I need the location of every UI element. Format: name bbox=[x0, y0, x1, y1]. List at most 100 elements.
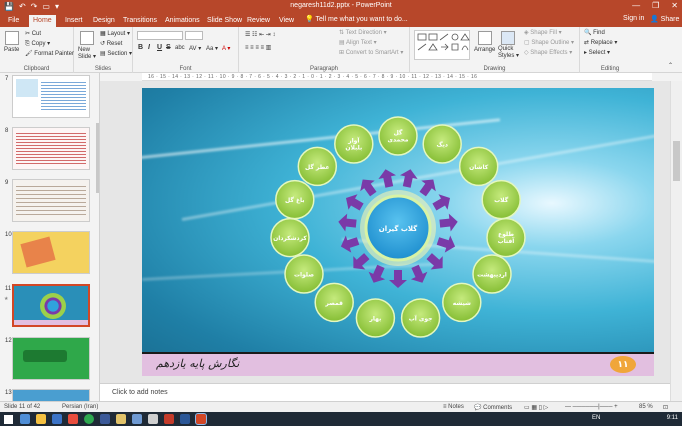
tab-animations[interactable]: Animations bbox=[161, 15, 204, 27]
layout-button[interactable]: ▦ Layout ▾ bbox=[100, 30, 130, 37]
petal-label: عطر گل bbox=[305, 163, 330, 171]
slide-thumbnail[interactable] bbox=[12, 337, 90, 380]
new-slide-icon[interactable] bbox=[80, 31, 94, 45]
shape-effects-button[interactable]: ◇ Shape Effects ▾ bbox=[524, 49, 572, 56]
bullets-icon[interactable]: ☰ ☷ ⇤ ⇥ ↕ bbox=[245, 31, 275, 38]
underline-button[interactable]: U bbox=[157, 44, 162, 51]
scrollbar-thumb[interactable] bbox=[673, 141, 680, 181]
new-slide-button[interactable]: New Slide ▾ bbox=[78, 47, 96, 61]
font-size-field[interactable] bbox=[185, 31, 203, 40]
strikethrough-button[interactable]: S bbox=[166, 44, 171, 51]
tab-insert[interactable]: Insert bbox=[61, 15, 87, 27]
shape-fill-button[interactable]: ◈ Shape Fill ▾ bbox=[524, 29, 562, 36]
shape-outline-button[interactable]: ▢ Shape Outline ▾ bbox=[524, 39, 574, 46]
paste-icon[interactable] bbox=[5, 31, 19, 45]
drawing-group: Arrange Quick Styles ▾ ◈ Shape Fill ▾ ▢ … bbox=[410, 27, 580, 73]
app-icon[interactable] bbox=[68, 414, 78, 424]
comments-button[interactable]: 💬 Comments bbox=[474, 404, 512, 411]
file-explorer-icon[interactable] bbox=[36, 414, 46, 424]
convert-smartart-button[interactable]: ⊞ Convert to SmartArt ▾ bbox=[339, 49, 403, 56]
language-indicator[interactable]: Persian (Iran) bbox=[62, 404, 98, 410]
slide-thumbnail[interactable] bbox=[12, 75, 90, 118]
purple-arrow bbox=[410, 264, 428, 283]
purple-arrow bbox=[378, 169, 396, 188]
start-icon[interactable] bbox=[4, 415, 13, 424]
purple-arrow bbox=[340, 235, 360, 253]
word-icon[interactable] bbox=[180, 414, 190, 424]
close-button[interactable]: ✕ bbox=[671, 1, 678, 10]
powerpoint-icon[interactable] bbox=[195, 413, 207, 425]
notes-pane[interactable]: Click to add notes bbox=[100, 383, 670, 401]
zoom-level[interactable]: 85 % bbox=[639, 404, 653, 410]
slide-thumbnail-selected[interactable] bbox=[12, 284, 90, 327]
notes-button[interactable]: ≡ Notes bbox=[443, 404, 464, 410]
slide-thumbnail[interactable] bbox=[12, 231, 90, 274]
format-painter-button[interactable]: 🖌 Format Painter bbox=[25, 50, 74, 57]
petal-label: قمصر bbox=[324, 300, 343, 307]
quick-styles-icon[interactable] bbox=[501, 31, 515, 45]
replace-button[interactable]: ⇄ Replace ▾ bbox=[584, 39, 617, 46]
app-icon[interactable] bbox=[100, 414, 110, 424]
slide-thumbnail[interactable] bbox=[12, 179, 90, 222]
tab-design[interactable]: Design bbox=[89, 15, 119, 27]
text-shadow-button[interactable]: abc bbox=[175, 45, 185, 51]
app-icon[interactable] bbox=[52, 414, 62, 424]
quick-styles-button[interactable]: Quick Styles ▾ bbox=[498, 46, 519, 60]
purple-arrow bbox=[353, 253, 370, 270]
tell-me-search[interactable]: 💡 Tell me what you want to do... bbox=[305, 15, 408, 23]
app-icon[interactable] bbox=[148, 414, 158, 424]
restore-button[interactable]: ❐ bbox=[652, 1, 659, 10]
zoom-slider[interactable]: — ──────|─── + bbox=[565, 404, 618, 410]
arrange-icon[interactable] bbox=[478, 31, 492, 45]
fit-slide-icon[interactable]: ⊡ bbox=[663, 404, 668, 411]
collapse-ribbon-icon[interactable]: ⌃ bbox=[668, 62, 673, 69]
shapes-gallery[interactable] bbox=[414, 30, 470, 60]
text-direction-button[interactable]: ⇅ Text Direction ▾ bbox=[339, 29, 387, 36]
share-button[interactable]: 👤 Share bbox=[650, 15, 679, 23]
sign-in-link[interactable]: Sign in bbox=[623, 15, 644, 22]
italic-button[interactable]: I bbox=[148, 44, 150, 51]
view-buttons[interactable]: ▭ ▦ ▯ ▷ bbox=[524, 404, 548, 411]
thumb-number: 9 bbox=[5, 180, 9, 186]
tab-slideshow[interactable]: Slide Show bbox=[203, 15, 246, 27]
purple-arrow bbox=[360, 179, 377, 197]
char-spacing-button[interactable]: AV ▾ bbox=[189, 45, 201, 52]
reset-button[interactable]: ↺ Reset bbox=[100, 40, 122, 47]
tab-view[interactable]: View bbox=[275, 15, 298, 27]
whatsapp-icon[interactable] bbox=[84, 414, 94, 424]
font-color-button[interactable]: A ▾ bbox=[222, 45, 230, 52]
app-icon[interactable] bbox=[116, 414, 126, 424]
arrange-button[interactable]: Arrange bbox=[474, 47, 495, 53]
thumb-number: 11 bbox=[5, 286, 12, 292]
section-button[interactable]: ▤ Section ▾ bbox=[100, 50, 132, 57]
select-button[interactable]: ▸ Select ▾ bbox=[584, 49, 610, 56]
tab-review[interactable]: Review bbox=[243, 15, 274, 27]
purple-arrow bbox=[419, 179, 436, 197]
paste-button[interactable]: Paste bbox=[4, 47, 19, 53]
find-button[interactable]: 🔍 Find bbox=[584, 29, 605, 36]
ie-icon[interactable] bbox=[20, 414, 30, 424]
tab-transitions[interactable]: Transitions bbox=[119, 15, 161, 27]
tab-file[interactable]: File bbox=[4, 15, 23, 27]
slide-thumbnail[interactable] bbox=[12, 389, 90, 401]
app-icon[interactable] bbox=[132, 414, 142, 424]
change-case-button[interactable]: Aa ▾ bbox=[206, 45, 218, 52]
purple-arrow bbox=[346, 194, 364, 211]
slide-thumbnail[interactable] bbox=[12, 127, 90, 170]
alignment-icons[interactable]: ≡ ≡ ≡ ≡ ▥ bbox=[245, 44, 271, 51]
align-text-button[interactable]: ▤ Align Text ▾ bbox=[339, 39, 377, 46]
tab-home[interactable]: Home bbox=[29, 15, 56, 27]
input-language[interactable]: EN bbox=[592, 415, 600, 421]
thumb-number: 10 bbox=[5, 232, 12, 238]
slide-scrollbar[interactable] bbox=[670, 81, 682, 401]
petal-label: شیشه bbox=[453, 300, 471, 307]
copy-button[interactable]: ⎘ Copy ▾ bbox=[25, 40, 50, 48]
acrobat-icon[interactable] bbox=[164, 414, 174, 424]
minimize-button[interactable]: — bbox=[632, 1, 640, 10]
font-name-field[interactable] bbox=[137, 31, 183, 40]
current-slide[interactable]: گلاب گیران گل محمدی دیگ کاشان گلاب طلوع آفتاب ا… bbox=[142, 88, 654, 376]
ribbon: Paste ✂ Cut ⎘ Copy ▾ 🖌 Format Painter Cl… bbox=[0, 27, 682, 73]
cut-button[interactable]: ✂ Cut bbox=[25, 30, 41, 37]
font-group: B I U S abc AV ▾ Aa ▾ A ▾ Font bbox=[133, 27, 239, 73]
bold-button[interactable]: B bbox=[138, 44, 143, 51]
